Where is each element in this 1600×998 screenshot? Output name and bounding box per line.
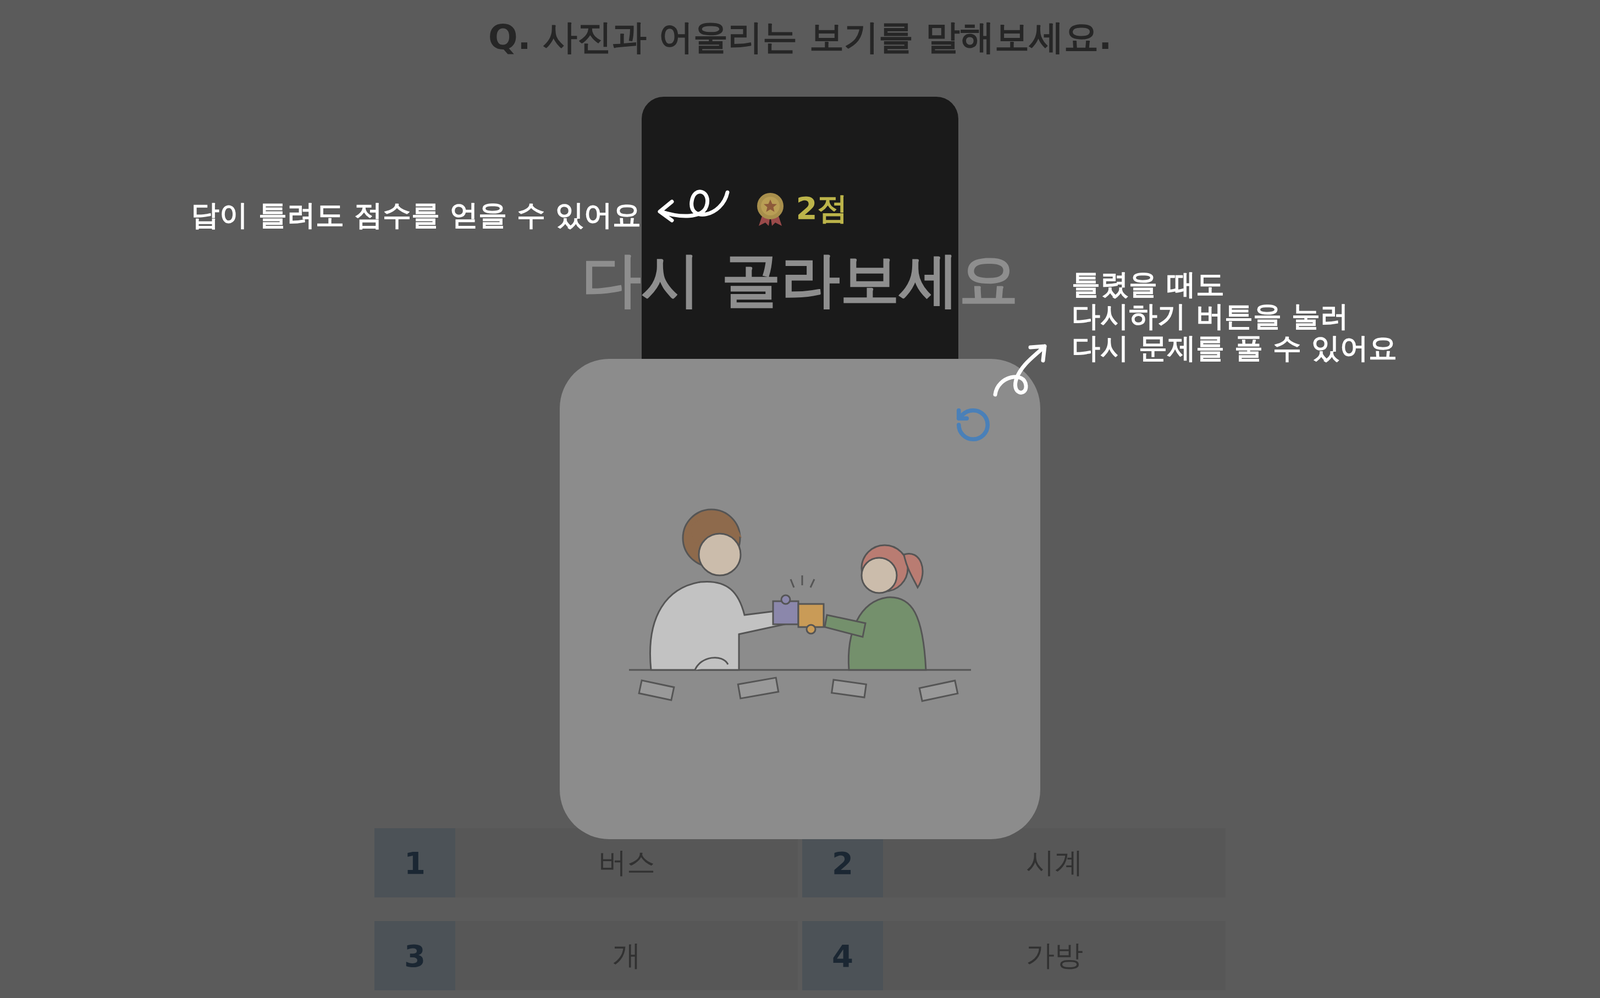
- score-badge: 2점: [752, 189, 849, 229]
- score-tip: 답이 틀려도 점수를 얻을 수 있어요: [190, 199, 642, 231]
- medal-icon: [752, 190, 789, 228]
- curly-arrow-icon: [653, 178, 731, 231]
- retry-icon: [953, 405, 993, 445]
- result-card: [559, 359, 1041, 840]
- tip-line: 다시 문제를 풀 수 있어요: [1071, 332, 1398, 364]
- tutorial-overlay: 2점다시 골라보세요 답이 틀려도 점수를 얻을 수 있어요틀렸을 때도다시하기 …: [0, 0, 1600, 998]
- quiz-screen: Q. 사진과 어울리는 보기를 말해보세요.1버스2시계3개4가방2점다시 골라…: [0, 0, 1600, 998]
- score-text: 2점: [796, 188, 849, 230]
- feedback-text: 다시 골라보세요: [581, 244, 1019, 316]
- curly-arrow-icon: [991, 341, 1050, 399]
- tip-line: 다시하기 버튼을 눌러: [1071, 300, 1349, 333]
- tip-line: 틀렸을 때도: [1071, 268, 1225, 301]
- retry-button[interactable]: [952, 404, 995, 446]
- retry-tip: 틀렸을 때도다시하기 버튼을 눌러다시 문제를 풀 수 있어요: [1071, 268, 1398, 364]
- tip-line: 답이 틀려도 점수를 얻을 수 있어요: [190, 199, 642, 231]
- puzzle-illustration: [629, 505, 971, 715]
